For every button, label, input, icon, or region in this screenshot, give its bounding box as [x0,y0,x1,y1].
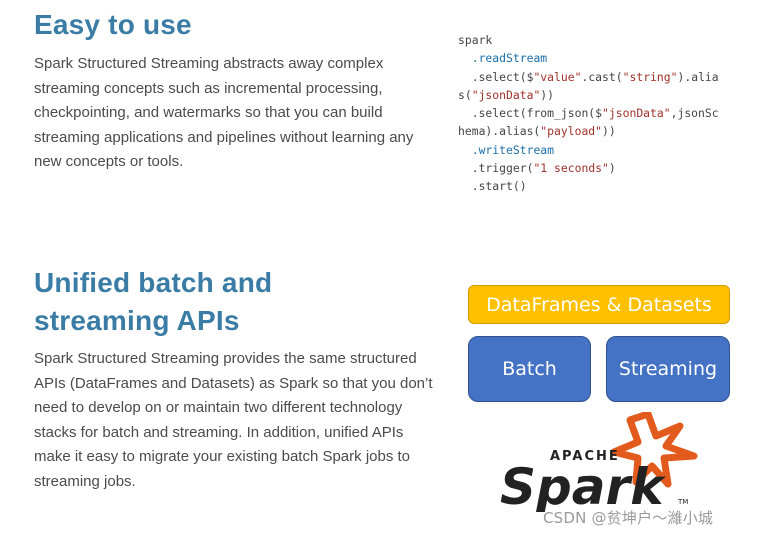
csdn-watermark: CSDN @贫坤户～濰小城 [543,509,714,527]
section-heading-easy-to-use: Easy to use [34,9,192,40]
code-line: .writeStream [471,142,555,157]
code-line: .readStream [471,51,548,66]
code-token: )) [540,87,555,102]
dataframes-datasets-box: DataFrames & Datasets [468,285,730,324]
code-string: "jsonData" [471,87,541,102]
code-string: "payload" [540,124,603,139]
code-line: .start() [471,179,527,194]
spark-wordmark: Spark [500,458,666,512]
section-body-unified-apis: Spark Structured Streaming provides the … [34,350,433,490]
code-string: "jsonData" [602,106,671,121]
code-token: .trigger( [471,161,534,176]
batch-box: Batch [468,336,591,402]
section-heading-unified-apis: Unified batch and streaming APIs [34,264,272,340]
trademark-mark: TM [677,498,688,506]
code-string: "1 seconds" [533,161,609,176]
code-token: .select($ [471,69,534,84]
code-token: .select(from_json($ [471,106,603,121]
code-token: ,jsonSc [670,106,719,121]
code-token: hema).alias( [458,124,541,139]
code-token: )) [602,124,616,139]
code-line: spark [458,33,493,47]
code-token: ) [608,161,616,176]
code-string: "value" [533,69,582,84]
code-token: .cast( [581,69,623,84]
code-snippet: spark .readStream .select($"value".cast(… [458,31,738,196]
heading-line-1: Unified batch and [34,267,273,298]
streaming-box: Streaming [606,336,730,402]
code-token: s( [458,87,472,102]
section-body-easy-to-use: Spark Structured Streaming abstracts awa… [34,55,414,170]
apache-spark-logo: APACHE Spark TM [498,410,708,517]
heading-line-2: streaming APIs [34,305,240,336]
code-string: "string" [622,69,678,84]
code-token: ).alia [677,69,719,84]
